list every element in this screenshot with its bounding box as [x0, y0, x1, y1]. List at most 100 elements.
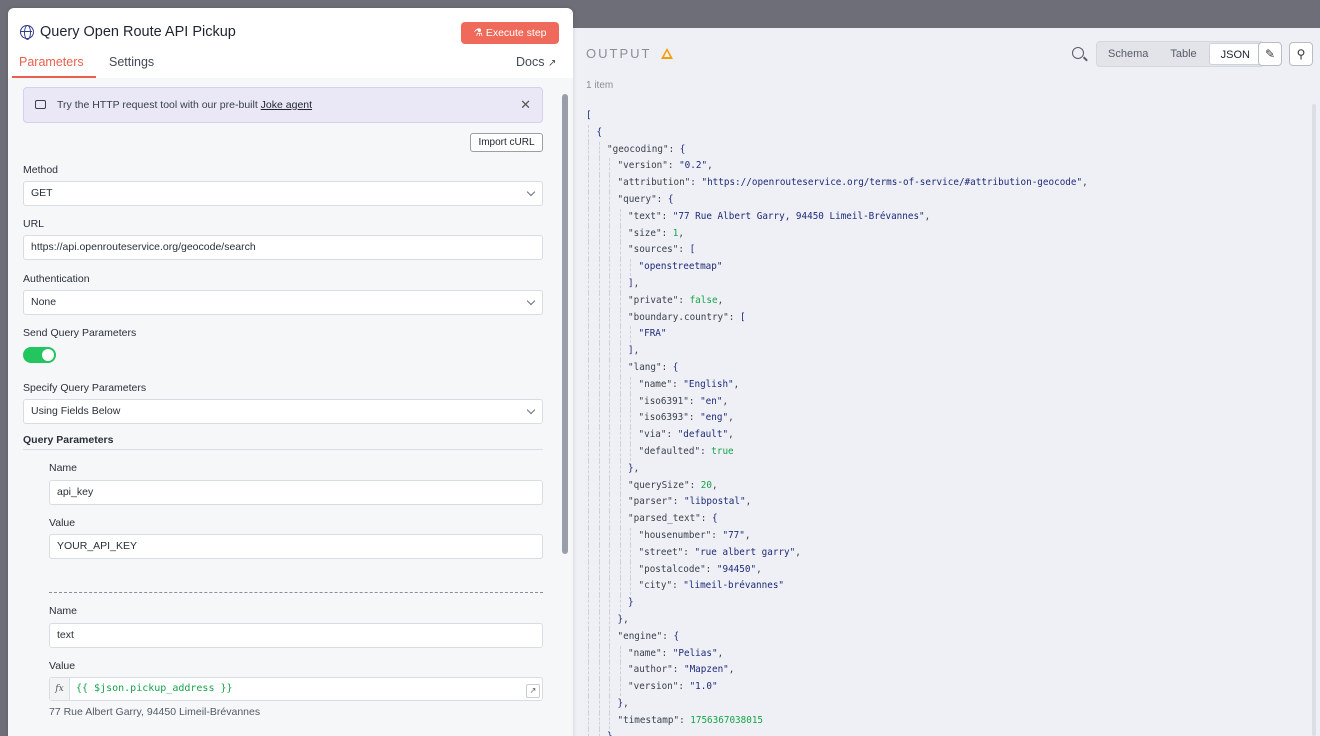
json-token: "openstreetmap": [638, 261, 723, 273]
json-token: "private":: [628, 294, 690, 306]
indent-guide: [630, 443, 631, 461]
method-select[interactable]: GET: [23, 181, 543, 206]
notice-text: Try the HTTP request tool with our pre-b…: [57, 99, 312, 111]
url-input[interactable]: https://api.openrouteservice.org/geocode…: [23, 235, 543, 260]
json-token: "rue albert garry": [694, 546, 796, 558]
indent-guide: [598, 712, 600, 730]
json-token: ,: [1082, 177, 1088, 189]
view-table[interactable]: Table: [1159, 42, 1207, 66]
indent-guide: [588, 359, 589, 377]
indent-guide: [609, 427, 610, 444]
indent-guide: [598, 628, 600, 646]
chevron-down-icon: [526, 405, 536, 415]
json-token: "parser":: [628, 496, 684, 508]
indent-guide: [598, 158, 600, 176]
indent-guide: [630, 544, 631, 562]
pin-data-button[interactable]: ⚲: [1289, 42, 1313, 66]
param-2-value-expression[interactable]: fx {{ $json.pickup_address }} ↗: [49, 677, 543, 701]
docs-link[interactable]: Docs ↗: [516, 55, 556, 69]
indent-guide: [588, 225, 589, 243]
indent-guide: [598, 427, 600, 444]
send-query-toggle[interactable]: [23, 347, 56, 363]
param-1-name-input[interactable]: api_key: [49, 480, 543, 505]
indent-guide: [598, 376, 600, 394]
search-icon[interactable]: [1072, 47, 1084, 59]
node-title[interactable]: Query Open Route API Pickup: [40, 24, 236, 40]
indent-guide: [588, 259, 589, 276]
json-token: [: [739, 311, 746, 323]
json-line: }: [586, 595, 1306, 612]
json-line: "postalcode": "94450",: [586, 561, 1306, 579]
expand-expression-icon[interactable]: ↗: [526, 684, 540, 698]
json-token: [: [689, 244, 696, 256]
param-1-name-label: Name: [49, 462, 78, 474]
indent-guide: [619, 275, 621, 293]
specify-query-select[interactable]: Using Fields Below: [23, 399, 543, 424]
json-token-group: }: [607, 729, 613, 736]
json-token: "English": [683, 378, 734, 390]
indent-guide: [609, 259, 610, 276]
indent-guide: [588, 561, 589, 579]
import-curl-button[interactable]: Import cURL: [470, 133, 543, 152]
indent-guide: [619, 679, 621, 696]
indent-guide: [588, 695, 589, 713]
joke-agent-link[interactable]: Joke agent: [261, 99, 312, 111]
tab-parameters[interactable]: Parameters: [19, 55, 84, 69]
close-icon[interactable]: ✕: [520, 97, 531, 113]
indent-guide: [609, 477, 610, 495]
indent-guide: [609, 393, 610, 411]
indent-guide: [630, 561, 631, 579]
json-token: {: [667, 193, 674, 205]
indent-guide: [609, 275, 610, 293]
json-token: "geocoding":: [607, 143, 680, 155]
json-token: ,: [756, 563, 762, 575]
indent-guide: [588, 645, 589, 663]
execute-step-label: Execute step: [485, 27, 547, 39]
output-scrollbar[interactable]: [1312, 104, 1316, 736]
json-token: "Mapzen": [683, 664, 729, 676]
indent-guide: [598, 275, 600, 293]
indent-guide: [588, 494, 589, 512]
indent-guide: [609, 208, 610, 226]
json-token: "timestamp":: [617, 714, 691, 726]
param-2-name-input[interactable]: text: [49, 623, 543, 648]
param-1-value-input[interactable]: YOUR_API_KEY: [49, 534, 543, 559]
indent-guide: [588, 443, 589, 461]
expression-text[interactable]: {{ $json.pickup_address }}: [76, 678, 233, 700]
json-token: "sources":: [628, 244, 690, 256]
authentication-select[interactable]: None: [23, 290, 543, 315]
docs-label: Docs: [516, 55, 545, 69]
execute-step-button[interactable]: ⚗ Execute step: [461, 22, 559, 44]
indent-guide: [609, 242, 610, 260]
indent-guide: [598, 460, 600, 478]
view-json[interactable]: JSON: [1208, 43, 1262, 65]
indent-guide: [588, 477, 589, 495]
json-token-group: "attribution": "https://openrouteservice…: [618, 175, 1088, 192]
indent-guide: [619, 662, 621, 680]
authentication-label: Authentication: [23, 273, 90, 285]
indent-guide: [609, 225, 610, 243]
indent-guide: [619, 645, 621, 663]
json-token: ,: [717, 647, 724, 659]
indent-guide: [588, 191, 589, 209]
json-token: "via":: [638, 429, 678, 441]
warning-icon[interactable]: [661, 48, 674, 59]
tab-settings[interactable]: Settings: [109, 55, 154, 69]
json-token: "version":: [617, 160, 680, 172]
indent-guide: [598, 242, 600, 260]
parameters-scrollbar[interactable]: [562, 94, 568, 554]
external-link-icon: ↗: [547, 58, 557, 69]
indent-guide: [609, 712, 610, 730]
fx-icon: fx: [50, 678, 70, 700]
indent-guide: [588, 712, 589, 730]
json-token-group: "geocoding": {: [607, 142, 685, 159]
bag-icon: [35, 100, 46, 109]
json-token-group: ],: [628, 276, 639, 293]
view-schema[interactable]: Schema: [1097, 42, 1159, 66]
edit-output-button[interactable]: ✎: [1258, 42, 1282, 66]
json-token: "1.0": [689, 681, 718, 693]
indent-guide: [598, 645, 600, 663]
node-header: Query Open Route API Pickup: [20, 24, 236, 40]
json-token: ,: [745, 496, 752, 508]
indent-guide: [598, 729, 600, 736]
